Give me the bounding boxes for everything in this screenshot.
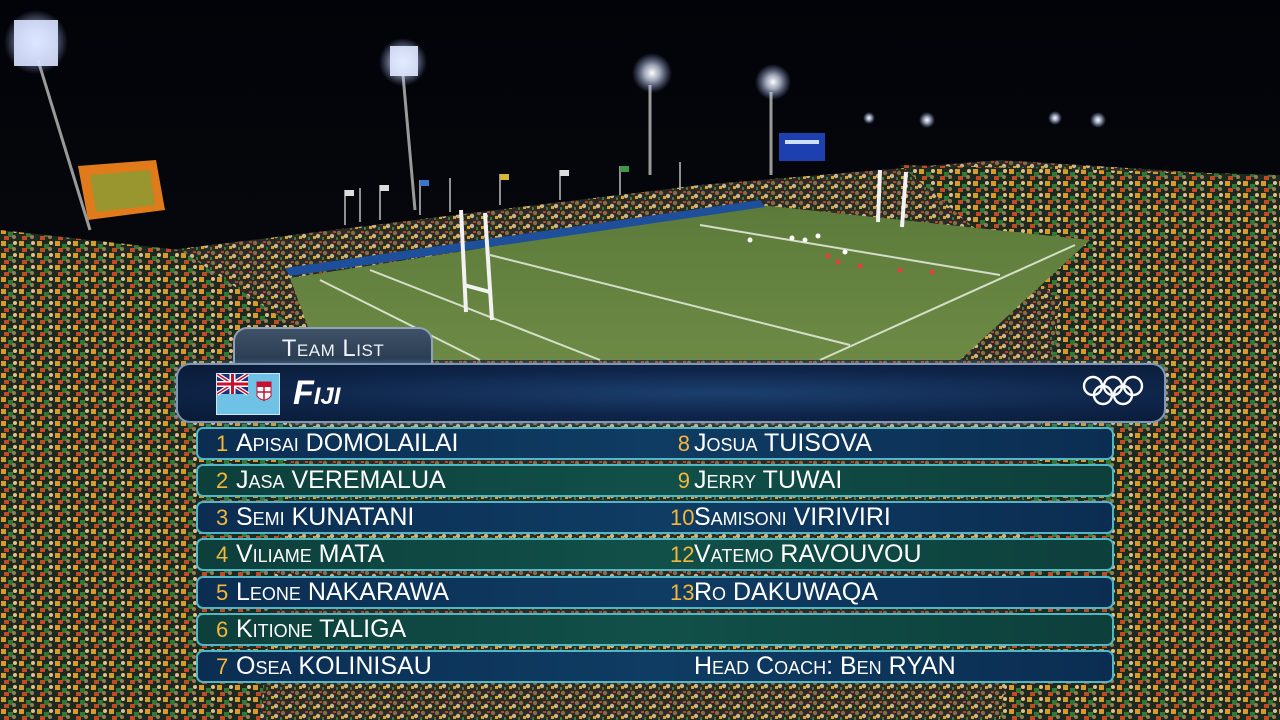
player-name: Kitione TALIGA [236,615,407,643]
player-number: 2 [216,468,229,493]
roster-row-3: 3 Semi KUNATANI 10 Samisoni VIRIVIRI [196,501,1114,534]
team-list-title: Team List [281,335,385,362]
player-number: 9 [677,468,690,493]
player-name: Jerry TUWAI [694,466,843,494]
player-name: Semi KUNATANI [236,503,415,531]
player-name: Apisai DOMOLAILAI [236,429,459,457]
roster-row-7: 7 Osea KOLINISAU Head Coach: Ben RYAN [196,650,1114,683]
player-number: 6 [216,617,229,642]
stadium-scene [0,0,1280,720]
player-number: 1 [216,431,229,456]
olympic-rings-icon [1082,375,1144,406]
roster-row-6: 6 Kitione TALIGA [196,613,1114,646]
player-name: Viliame MATA [236,540,385,568]
player-number: 7 [216,654,229,679]
roster-row-2: 2 Jasa VEREMALUA 9 Jerry TUWAI [196,464,1114,497]
player-number: 10 [670,505,695,530]
player-name: Ro DAKUWAQA [694,578,878,606]
roster-row-5: 5 Leone NAKARAWA 13 Ro DAKUWAQA [196,576,1114,609]
player-name: Leone NAKARAWA [236,578,450,606]
player-number: 3 [216,505,229,530]
fiji-flag-icon [216,373,280,415]
player-name: Josua TUISOVA [694,429,872,457]
player-number: 5 [216,580,229,605]
team-header: Fiji [176,363,1166,423]
player-name: Vatemo RAVOUVOU [694,540,922,568]
player-name: Samisoni VIRIVIRI [694,503,891,531]
player-number: 4 [216,542,229,567]
player-number: 13 [670,580,695,605]
player-name: Osea KOLINISAU [236,652,432,680]
roster-row-4: 4 Viliame MATA 12 Vatemo RAVOUVOU [196,538,1114,571]
head-coach: Head Coach: Ben RYAN [694,652,956,680]
team-name: Fiji [293,374,341,412]
player-number: 12 [670,542,695,567]
roster-row-1: 1 Apisai DOMOLAILAI 8 Josua TUISOVA [196,427,1114,460]
player-number: 8 [677,431,690,456]
player-name: Jasa VEREMALUA [236,466,446,494]
